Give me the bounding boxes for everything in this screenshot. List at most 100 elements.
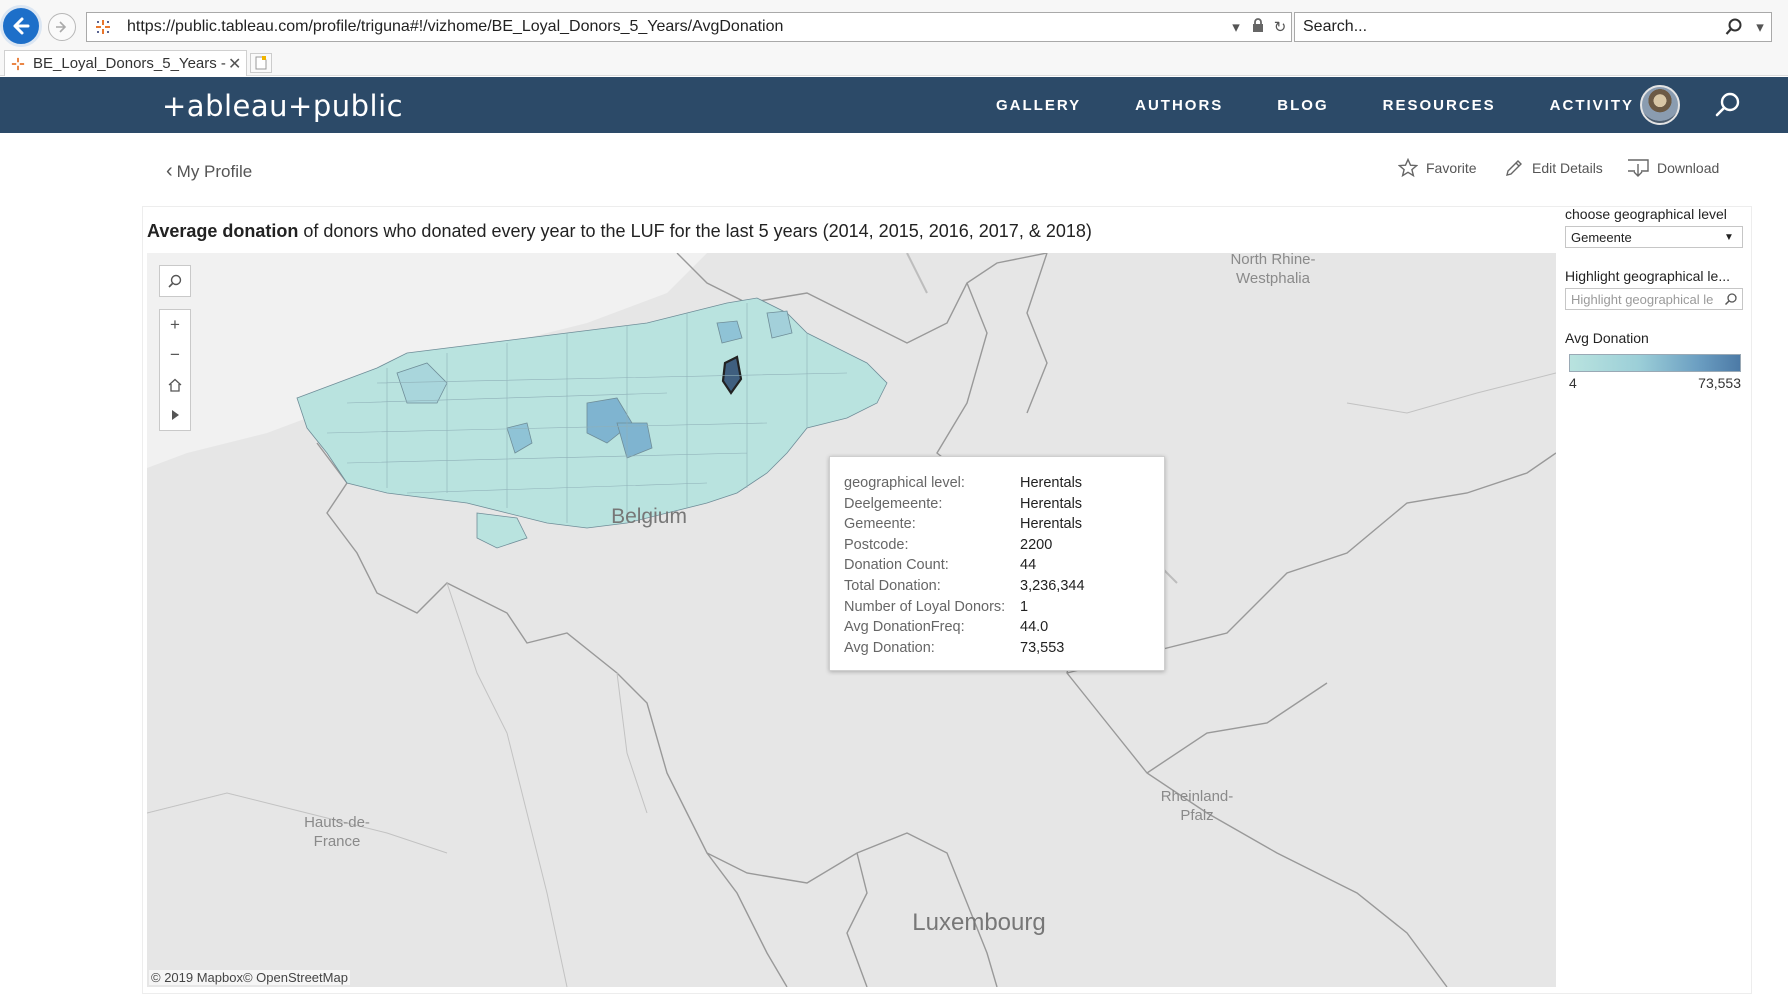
lock-icon[interactable]	[1247, 18, 1269, 36]
back-to-profile-link[interactable]: ‹ My Profile	[166, 160, 252, 183]
tooltip-value: 44.0	[1020, 619, 1049, 636]
browser-forward-button[interactable]	[48, 13, 76, 41]
highlight-placeholder: Highlight geographical le	[1571, 291, 1714, 307]
map-tools: + −	[159, 265, 191, 431]
search-icon	[1724, 293, 1737, 306]
tooltip-value: 73,553	[1020, 639, 1065, 656]
legend-range: 4 73,553	[1569, 375, 1741, 391]
tab-title: BE_Loyal_Donors_5_Years - ...	[33, 55, 228, 72]
home-button[interactable]	[160, 370, 190, 400]
tooltip-key: Avg Donation:	[844, 639, 935, 656]
map-attribution[interactable]: © 2019 Mapbox© OpenStreetMap	[149, 970, 350, 985]
favorite-label: Favorite	[1426, 160, 1477, 176]
tableau-favicon-icon	[11, 57, 25, 70]
tableau-public-logo[interactable]: +ableau+public	[162, 89, 403, 123]
map-zoom-controls: + −	[159, 309, 191, 431]
tooltip-value: Herentals	[1020, 516, 1083, 533]
tooltip-key: Gemeente:	[844, 516, 916, 533]
tableau-favicon-icon	[96, 20, 110, 34]
tooltip-key: Number of Loyal Donors:	[844, 598, 1006, 615]
tooltip-row: Gemeente: Herentals	[844, 514, 1164, 535]
new-tab-button[interactable]	[250, 53, 272, 73]
highlight-search-input[interactable]: Highlight geographical le	[1565, 288, 1743, 310]
browser-toolbar: https://public.tableau.com/profile/trigu…	[0, 0, 1788, 50]
pencil-icon	[1506, 160, 1522, 176]
geo-level-label: choose geographical level	[1565, 206, 1727, 222]
color-legend-ramp	[1569, 354, 1741, 372]
home-icon	[168, 378, 182, 392]
browser-back-button[interactable]	[0, 5, 42, 47]
tooltip-row: Donation Count: 44	[844, 555, 1164, 576]
tooltip-row: geographical level: Herentals	[844, 473, 1164, 494]
label-belgium: Belgium	[611, 505, 687, 528]
tooltip-row: Total Donation: 3,236,344	[844, 576, 1164, 597]
highlight-label: Highlight geographical le...	[1565, 268, 1730, 284]
download-button[interactable]: Download	[1627, 158, 1719, 178]
browser-tab[interactable]: BE_Loyal_Donors_5_Years - ... ✕	[4, 50, 247, 76]
label-luxembourg: Luxembourg	[912, 909, 1046, 936]
nav-activity[interactable]: ACTIVITY	[1550, 97, 1634, 114]
search-dropdown-icon[interactable]: ▾	[1749, 18, 1771, 36]
refresh-icon[interactable]: ↻	[1269, 18, 1291, 36]
close-tab-icon[interactable]: ✕	[228, 54, 246, 74]
arrow-right-icon	[56, 21, 67, 33]
tab-strip: BE_Loyal_Donors_5_Years - ... ✕	[0, 50, 1788, 76]
address-bar[interactable]: https://public.tableau.com/profile/trigu…	[86, 12, 1292, 42]
favorite-button[interactable]: Favorite	[1398, 158, 1477, 178]
tooltip-value: Herentals	[1020, 475, 1083, 491]
legend-title: Avg Donation	[1565, 330, 1649, 346]
legend-max: 73,553	[1698, 375, 1741, 391]
label-north-rhine-westphalia: North Rhine- Westphalia	[1230, 253, 1316, 287]
geo-level-value: Gemeente	[1571, 229, 1632, 245]
viz-title-bold: Average donation	[147, 221, 299, 241]
viz-title-rest: of donors who donated every year to the …	[298, 221, 1092, 241]
url-text: https://public.tableau.com/profile/trigu…	[127, 18, 784, 35]
tooltip-key: Donation Count:	[844, 557, 949, 574]
legend-min: 4	[1569, 375, 1577, 391]
search-icon[interactable]	[1725, 18, 1743, 36]
edit-details-button[interactable]: Edit Details	[1504, 158, 1603, 178]
tooltip-value: Herentals	[1020, 495, 1083, 512]
viz-title: Average donation of donors who donated e…	[147, 221, 1092, 242]
geo-level-dropdown[interactable]: Gemeente ▼	[1565, 226, 1743, 248]
search-icon[interactable]	[1714, 91, 1742, 119]
label-rheinland-pfalz: Rheinland- Pfalz	[1160, 788, 1234, 824]
expand-toolbar-button[interactable]	[160, 400, 190, 430]
tooltip-key: Avg DonationFreq:	[844, 619, 965, 636]
main-nav: GALLERY AUTHORS BLOG RESOURCES ACTIVITY	[996, 77, 1688, 133]
map-tooltip: geographical level: Herentals Deelgemeent…	[829, 456, 1165, 671]
chevron-left-icon: ‹	[166, 160, 173, 182]
nav-authors[interactable]: AUTHORS	[1135, 97, 1223, 114]
star-icon	[1398, 158, 1418, 178]
arrow-left-icon	[13, 17, 30, 35]
zoom-out-button[interactable]: −	[160, 340, 190, 370]
filter-panel: choose geographical level Gemeente ▼ Hig…	[1565, 206, 1745, 391]
play-icon	[172, 410, 179, 420]
tooltip-value: 2200	[1020, 536, 1053, 553]
edit-details-label: Edit Details	[1532, 160, 1603, 176]
download-icon	[1628, 159, 1649, 177]
tooltip-key: Total Donation:	[844, 577, 941, 594]
dropdown-arrow-icon[interactable]: ▾	[1225, 18, 1247, 36]
map-search-button[interactable]	[159, 265, 191, 297]
search-icon	[168, 274, 182, 288]
new-tab-icon	[255, 56, 267, 70]
label-hauts-de-france: Hauts-de- France	[304, 814, 370, 850]
tooltip-row: Deelgemeente: Herentals	[844, 494, 1164, 515]
tooltip-row: Postcode: 2200	[844, 535, 1164, 556]
download-label: Download	[1657, 160, 1720, 176]
tooltip-row: Number of Loyal Donors: 1	[844, 597, 1164, 618]
tooltip-value: 1	[1020, 598, 1029, 615]
nav-gallery[interactable]: GALLERY	[996, 97, 1081, 114]
back-link-label: My Profile	[176, 161, 253, 181]
tooltip-row: Avg Donation: 73,553	[844, 638, 1164, 659]
browser-search-box[interactable]: Search... ▾	[1294, 12, 1772, 42]
tooltip-key: Deelgemeente:	[844, 495, 943, 512]
nav-blog[interactable]: BLOG	[1277, 97, 1328, 114]
tooltip-key: geographical level:	[844, 475, 965, 491]
user-avatar[interactable]	[1640, 85, 1680, 125]
tooltip-row: Avg DonationFreq: 44.0	[844, 617, 1164, 638]
zoom-in-button[interactable]: +	[160, 310, 190, 340]
nav-resources[interactable]: RESOURCES	[1383, 97, 1496, 114]
tooltip-value: 44	[1020, 557, 1037, 574]
